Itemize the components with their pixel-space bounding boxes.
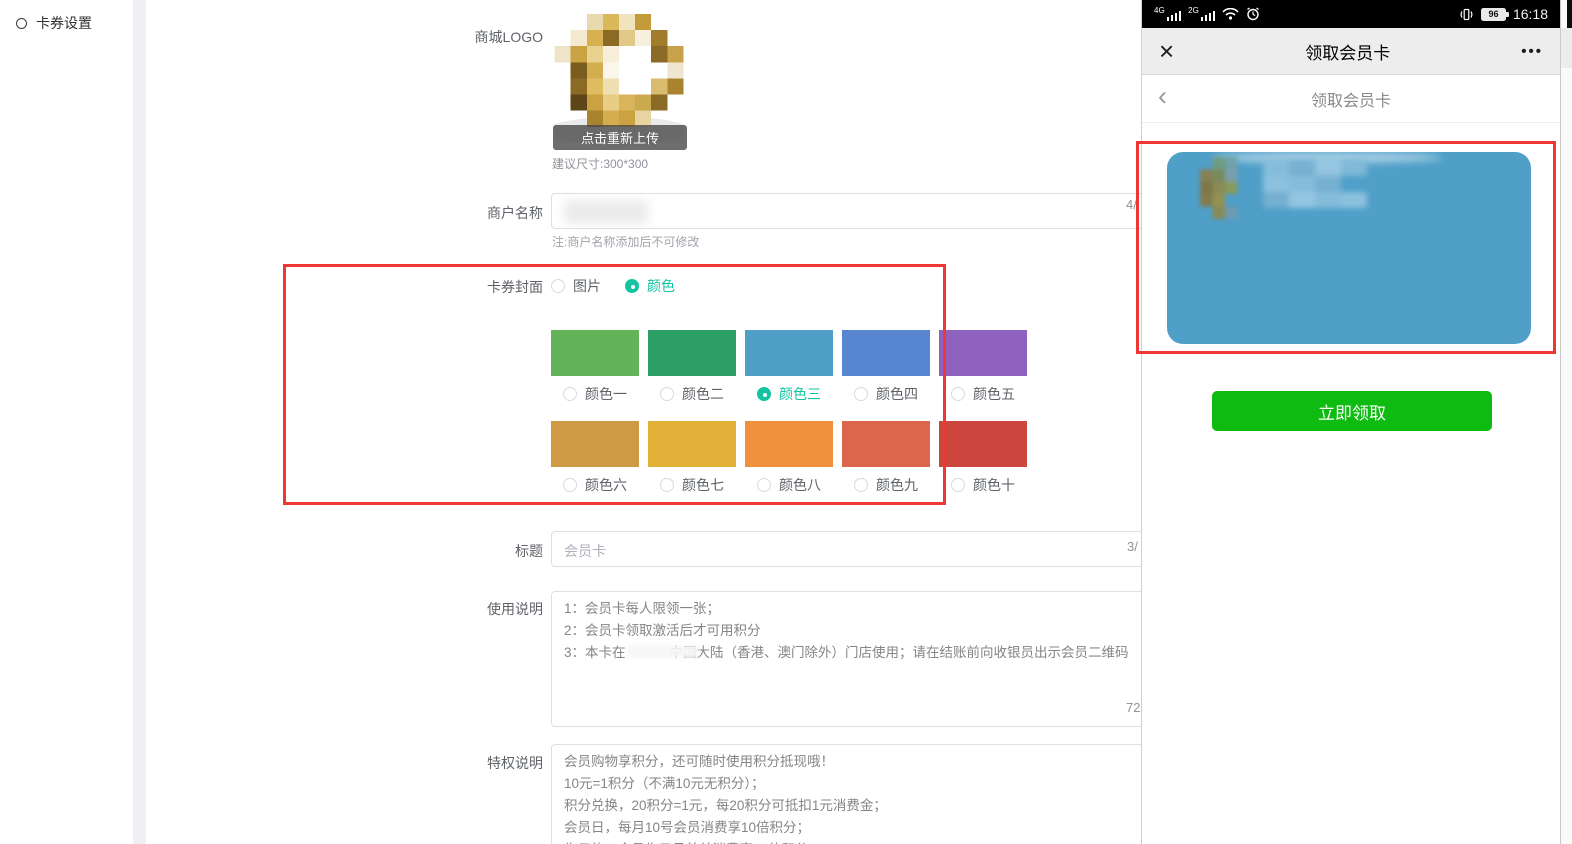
color-swatch[interactable] [745, 330, 833, 376]
color-swatch[interactable] [551, 421, 639, 467]
color-swatch[interactable] [648, 330, 736, 376]
title-counter: 3/ [1127, 539, 1138, 554]
radio-icon[interactable] [660, 478, 674, 492]
privilege-line: 积分兑换，20积分=1元，每20积分可抵扣1元消费金； [564, 795, 1234, 817]
color-swatch[interactable] [842, 421, 930, 467]
color-choice-1[interactable]: 颜色一 [551, 330, 639, 404]
battery-icon: 96 [1481, 8, 1506, 21]
merchant-name-note: 注:商户名称添加后不可修改 [552, 233, 699, 250]
logo-size-hint: 建议尺寸:300*300 [552, 155, 648, 172]
phone-preview-panel: 4G 2G [1141, 0, 1560, 844]
color-choice-7[interactable]: 颜色七 [648, 421, 736, 495]
privilege-field-label: 特权说明 [426, 753, 543, 773]
redacted-brand-name [628, 645, 698, 658]
cover-options: 图片 颜色 [551, 276, 699, 296]
radio-icon[interactable] [563, 478, 577, 492]
radio-icon[interactable] [951, 387, 965, 401]
radio-icon[interactable] [854, 387, 868, 401]
card-settings-form: 商城LOGO 点击重新上传 建议尺寸:300*300 商户名称 [146, 0, 1141, 844]
cover-option-color[interactable]: 颜色 [625, 276, 675, 296]
phone-statusbar: 4G 2G [1142, 0, 1560, 28]
color-label: 颜色九 [876, 475, 918, 495]
radio-icon[interactable] [660, 387, 674, 401]
color-choice-9[interactable]: 颜色九 [842, 421, 930, 495]
circle-icon [16, 18, 27, 29]
color-label: 颜色一 [585, 384, 627, 404]
color-choice-8[interactable]: 颜色八 [745, 421, 833, 495]
background-navbar-sliver [1561, 28, 1572, 68]
radio-icon[interactable] [951, 478, 965, 492]
back-chevron-icon[interactable]: ‹ [1158, 83, 1167, 110]
color-swatch[interactable] [842, 330, 930, 376]
privilege-line: 会员日，每月10号会员消费享10倍积分； [564, 817, 1234, 839]
radio-icon[interactable] [563, 387, 577, 401]
color-choice-3[interactable]: 颜色三 [745, 330, 833, 404]
color-label: 颜色八 [779, 475, 821, 495]
color-swatch[interactable] [745, 421, 833, 467]
signal-4g-icon: 4G [1154, 7, 1181, 21]
color-label: 颜色六 [585, 475, 627, 495]
color-label: 颜色四 [876, 384, 918, 404]
color-label: 颜色五 [973, 384, 1015, 404]
wechat-navbar: × 领取会员卡 ••• [1142, 28, 1560, 75]
card-title-blurred [1263, 160, 1393, 224]
color-label: 颜色三 [779, 384, 821, 404]
cover-option-image[interactable]: 图片 [551, 276, 601, 296]
color-label: 颜色七 [682, 475, 724, 495]
color-choice-5[interactable]: 颜色五 [939, 330, 1027, 404]
page-header: ‹ 领取会员卡 [1142, 75, 1560, 123]
privilege-line: 会员购物享积分，还可随时使用积分抵现哦！ [564, 751, 1234, 773]
alarm-clock-icon [1246, 7, 1260, 21]
vibrate-icon [1459, 7, 1474, 22]
privilege-line: 10元=1积分（不满10元无积分）； [564, 773, 1234, 795]
close-icon[interactable]: × [1159, 38, 1174, 64]
cover-option-image-label: 图片 [573, 276, 601, 296]
page: 卡券设置 商城LOGO 点击重新上传 建议尺寸:3 [0, 0, 1572, 844]
color-swatch[interactable] [939, 330, 1027, 376]
claim-button[interactable]: 立即领取 [1212, 391, 1492, 431]
page-title: 领取会员卡 [1311, 87, 1391, 111]
radio-icon[interactable] [757, 478, 771, 492]
color-swatch[interactable] [939, 421, 1027, 467]
color-choice-6[interactable]: 颜色六 [551, 421, 639, 495]
color-choice-4[interactable]: 颜色四 [842, 330, 930, 404]
radio-icon[interactable] [757, 387, 771, 401]
color-swatch[interactable] [648, 421, 736, 467]
color-label: 颜色十 [973, 475, 1015, 495]
radio-icon[interactable] [625, 279, 639, 293]
statusbar-time: 16:18 [1513, 6, 1548, 22]
wifi-icon [1222, 8, 1239, 20]
merchant-name-counter: 4/ [1126, 197, 1137, 212]
usage-counter: 72 [1126, 700, 1140, 715]
radio-icon[interactable] [551, 279, 565, 293]
cover-option-color-label: 颜色 [647, 276, 675, 296]
reupload-button[interactable]: 点击重新上传 [553, 125, 687, 150]
sidebar-item-card-settings[interactable]: 卡券设置 [0, 0, 133, 33]
more-icon[interactable]: ••• [1521, 43, 1543, 60]
color-label: 颜色二 [682, 384, 724, 404]
sidebar: 卡券设置 [0, 0, 133, 844]
sidebar-divider [133, 0, 146, 844]
logo-field-label: 商城LOGO [426, 27, 543, 47]
privilege-line: 生日礼，会员生日月首单消费享20倍积分； [564, 839, 1234, 844]
redacted-merchant-name [564, 200, 648, 224]
radio-icon[interactable] [854, 478, 868, 492]
merchant-name-label: 商户名称 [426, 203, 543, 223]
color-swatch[interactable] [551, 330, 639, 376]
card-logo-blurred [1199, 157, 1251, 219]
merchant-logo-upload[interactable]: 点击重新上传 [554, 14, 684, 147]
color-choice-2[interactable]: 颜色二 [648, 330, 736, 404]
signal-2g-icon: 2G [1188, 7, 1215, 21]
usage-field-label: 使用说明 [426, 599, 543, 619]
cover-field-label: 卡券封面 [426, 277, 543, 297]
navbar-title: 领取会员卡 [1305, 39, 1390, 64]
color-choice-10[interactable]: 颜色十 [939, 421, 1027, 495]
membership-card-preview [1167, 152, 1531, 344]
background-window-edge [1560, 0, 1572, 844]
sidebar-item-label: 卡券设置 [36, 13, 92, 33]
title-field-label: 标题 [426, 541, 543, 561]
